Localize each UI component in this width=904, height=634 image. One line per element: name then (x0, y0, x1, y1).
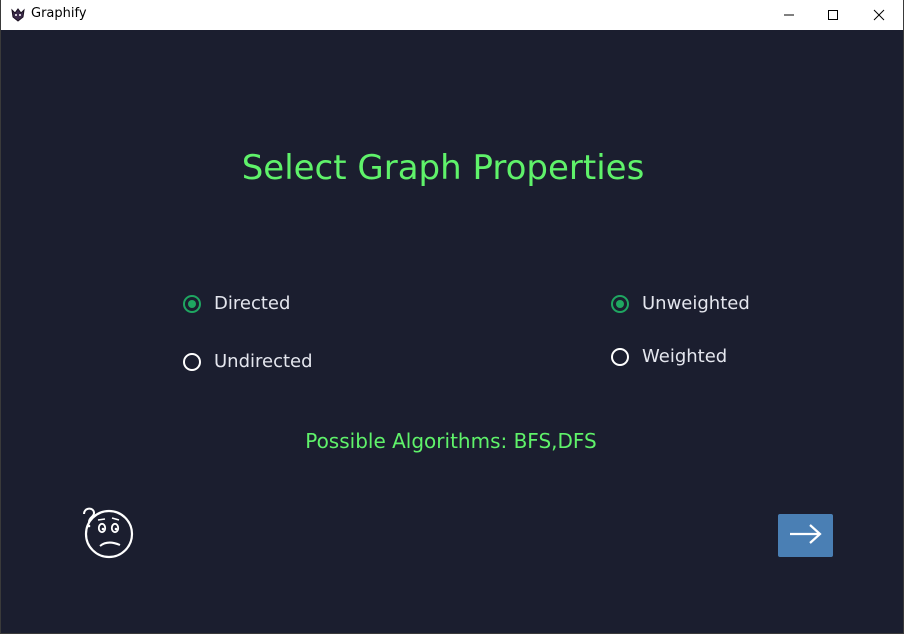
maximize-button[interactable] (810, 0, 856, 30)
arrow-right-icon (788, 522, 824, 550)
graphify-app-icon (10, 7, 26, 23)
close-button[interactable] (856, 0, 902, 30)
radio-unweighted[interactable]: Unweighted (611, 293, 750, 314)
radio-label-unweighted: Unweighted (642, 293, 750, 314)
radio-label-undirected: Undirected (214, 351, 313, 372)
radio-unchecked-indicator[interactable] (183, 352, 201, 371)
radio-weighted[interactable]: Weighted (611, 346, 727, 367)
window-title: Graphify (31, 6, 87, 21)
confused-face-icon (81, 507, 137, 564)
title-bar[interactable]: Graphify (1, 0, 903, 30)
radio-undirected[interactable]: Undirected (183, 351, 313, 372)
minimize-button[interactable] (766, 0, 812, 30)
app-window: Graphify Select Graph Properties Directe… (0, 0, 904, 634)
radio-checked-indicator[interactable] (183, 294, 201, 313)
radio-label-directed: Directed (214, 293, 291, 314)
maximize-icon (827, 6, 839, 25)
radio-directed[interactable]: Directed (183, 293, 290, 314)
close-icon (873, 6, 885, 25)
page-title: Select Graph Properties (241, 148, 645, 188)
radio-checked-indicator[interactable] (611, 294, 629, 313)
radio-unchecked-indicator[interactable] (611, 347, 629, 366)
minimize-icon (783, 6, 795, 25)
radio-label-weighted: Weighted (642, 346, 728, 367)
next-button[interactable] (778, 514, 833, 557)
help-button[interactable] (81, 504, 137, 560)
possible-algorithms-text: Possible Algorithms: BFS,DFS (305, 429, 597, 453)
